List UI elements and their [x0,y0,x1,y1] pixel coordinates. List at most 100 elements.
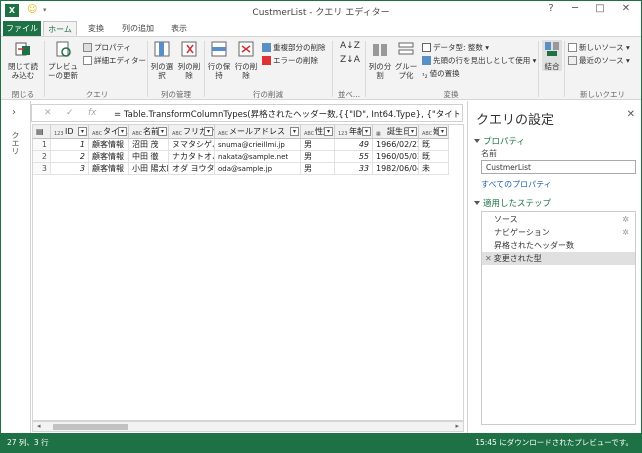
column-header[interactable]: ABC性別 ▾ [301,125,335,139]
step-promoted-headers[interactable]: 昇格されたヘッダー数 [482,239,635,252]
column-type-icon[interactable]: 123 [54,127,64,137]
table-cell[interactable]: 49 [335,139,373,151]
remove-columns-button[interactable]: 列の削除 [177,40,201,80]
column-filter-icon[interactable]: ▾ [290,127,299,136]
formula-input[interactable]: = Table.TransformColumnTypes(昇格されたヘッダー数,… [114,108,459,120]
restore-button[interactable]: □ [589,3,611,18]
first-row-header-button[interactable]: 先頭の行を見出しとして使用 ▾ [422,55,536,66]
column-filter-icon[interactable]: ▾ [204,127,213,136]
remove-duplicates-button[interactable]: 重複部分の削除 [262,42,326,53]
horizontal-scrollbar[interactable]: ◂ ▸ [32,421,464,432]
delete-step-icon[interactable]: ✕ [485,254,492,263]
table-cell[interactable]: オダ ヨウタロウ [169,163,215,175]
table-cell[interactable]: 顧客情報 [89,151,129,163]
gear-icon[interactable]: ✲ [622,213,629,226]
applied-steps-header[interactable]: 適用したステップ [474,197,551,209]
table-cell[interactable]: oda@sample.jp [215,163,301,175]
table-cell[interactable]: 男 [301,163,335,175]
table-cell[interactable]: nakata@sample.net [215,151,301,163]
properties-button[interactable]: プロパティ [83,42,131,53]
keep-rows-button[interactable]: 行の保持 [207,40,231,80]
table-cell[interactable]: 小田 陽太郎 [129,163,169,175]
column-header[interactable]: ABCフリガナ ▾ [169,125,215,139]
step-changed-type[interactable]: ✕ 変更された型 [482,252,635,265]
fx-icon[interactable]: fx [88,108,97,118]
table-cell[interactable]: 男 [301,151,335,163]
table-cell[interactable]: 1982/06/04 [373,163,419,175]
column-header[interactable]: ▦ 誕生日 ▾ [373,125,419,139]
scroll-thumb[interactable] [53,424,128,430]
row-number[interactable]: 1 [33,139,51,151]
column-type-icon[interactable]: 123 [338,127,348,137]
confirm-formula-button[interactable]: ✓ [66,108,74,118]
expand-queries-icon[interactable]: › [12,107,16,118]
column-filter-icon[interactable]: ▾ [118,127,127,136]
tab-transform[interactable]: 変換 [81,21,111,36]
advanced-editor-button[interactable]: 詳細エディター [83,55,146,66]
table-cell[interactable]: 3 [51,163,89,175]
queries-pane-collapsed[interactable]: › クエリ [1,101,31,433]
step-navigation[interactable]: ナビゲーション ✲ [482,226,635,239]
group-by-button[interactable]: グループ化 [394,40,418,80]
tab-view[interactable]: 表示 [165,21,193,36]
tab-file[interactable]: ファイル [3,21,41,36]
step-source[interactable]: ソース ✲ [482,213,635,226]
column-type-icon[interactable]: ABC [132,127,142,137]
cancel-formula-button[interactable]: ✕ [44,108,52,118]
table-cell[interactable]: 55 [335,151,373,163]
new-source-button[interactable]: 新しいソース ▾ [568,42,630,53]
table-cell[interactable]: 男 [301,139,335,151]
column-header[interactable]: ABC名前 ▾ [129,125,169,139]
column-type-icon[interactable]: ABC [422,127,432,137]
column-type-icon[interactable]: ABC [92,127,102,137]
column-header[interactable]: 123年齢 ▾ [335,125,373,139]
column-type-icon[interactable]: ABC [172,127,182,137]
table-cell[interactable]: ナカタトオル [169,151,215,163]
sort-ascending-button[interactable]: A↓Z [340,41,360,51]
column-header[interactable]: ABC婚 ▾ [419,125,449,139]
column-filter-icon[interactable]: ▾ [408,127,417,136]
all-properties-link[interactable]: すべてのプロパティ [481,179,552,190]
close-window-button[interactable]: ✕ [615,3,637,18]
table-cell[interactable]: 1966/02/22 [373,139,419,151]
table-cell[interactable]: 未 [419,163,449,175]
remove-rows-button[interactable]: 行の削除 [234,40,258,80]
scroll-left-icon[interactable]: ◂ [37,422,41,430]
select-columns-button[interactable]: 列の選択 [150,40,174,80]
column-type-icon[interactable]: ABC [304,127,314,137]
column-header[interactable]: ABCメールアドレス ▾ [215,125,301,139]
help-button[interactable]: ? [541,3,561,18]
column-header[interactable]: ABCタイトル▾ [89,125,129,139]
grid-corner[interactable]: ▤ [33,125,51,139]
column-filter-icon[interactable]: ▾ [158,127,167,136]
tab-add-column[interactable]: 列の追加 [115,21,161,36]
sort-descending-button[interactable]: Z↓A [340,55,360,65]
table-cell[interactable]: 33 [335,163,373,175]
minimize-button[interactable]: ─ [564,3,586,18]
gear-icon[interactable]: ✲ [622,226,629,239]
column-filter-icon[interactable]: ▾ [438,127,447,136]
column-type-icon[interactable]: ▦ [376,127,385,137]
scroll-right-icon[interactable]: ▸ [455,422,459,430]
table-cell[interactable]: 既 [419,139,449,151]
table-cell[interactable]: 沼田 茂 [129,139,169,151]
split-column-button[interactable]: 列の分割 [368,40,392,80]
column-filter-icon[interactable]: ▾ [324,127,333,136]
column-filter-icon[interactable]: ▾ [78,127,87,136]
table-cell[interactable]: 1960/05/03 [373,151,419,163]
remove-errors-button[interactable]: エラーの削除 [262,55,318,66]
table-cell[interactable]: snuma@crieillmi.jp [215,139,301,151]
table-cell[interactable]: 1 [51,139,89,151]
table-cell[interactable]: 顧客情報 [89,139,129,151]
replace-values-button[interactable]: ¹₂ 値の置換 [422,68,460,81]
tab-home[interactable]: ホーム [43,21,77,36]
combine-button[interactable]: 結合 [542,40,562,71]
column-header[interactable]: 123ID ▾ [51,125,89,139]
table-cell[interactable]: 2 [51,151,89,163]
data-type-dropdown[interactable]: データ型: 整数 ▾ [422,42,489,53]
row-number[interactable]: 2 [33,151,51,163]
table-cell[interactable]: ヌマタシゲル [169,139,215,151]
column-type-icon[interactable]: ABC [218,127,228,137]
row-number[interactable]: 3 [33,163,51,175]
query-name-input[interactable] [481,160,636,174]
